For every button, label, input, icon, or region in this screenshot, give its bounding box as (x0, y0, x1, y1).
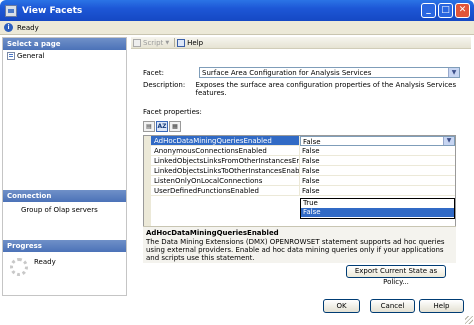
facet-select[interactable]: Surface Area Configuration for Analysis … (199, 67, 460, 78)
property-value[interactable]: False (300, 146, 455, 156)
app-icon (5, 4, 17, 17)
property-grid: AdHocDataMiningQueriesEnabled False ▼ An… (143, 135, 456, 263)
help-button[interactable]: Help (419, 299, 464, 313)
dropdown-option-false[interactable]: False (301, 208, 454, 217)
help-icon (177, 38, 186, 47)
facet-label: Facet: (143, 68, 164, 77)
property-value[interactable]: False (300, 186, 455, 196)
dropdown-option-true[interactable]: True (301, 199, 454, 208)
help-toolbar-button[interactable]: Help (177, 38, 204, 47)
row-margin (144, 186, 151, 196)
property-value[interactable]: False (300, 176, 455, 186)
chevron-down-icon[interactable]: ▼ (443, 137, 454, 145)
table-row[interactable]: LinkedObjectsLinksFromOtherInstancesEnab… (144, 156, 455, 166)
table-row[interactable]: UserDefinedFunctionsEnabled False (144, 186, 455, 196)
row-margin (144, 136, 151, 146)
export-policy-button[interactable]: Export Current State as Policy... (346, 265, 446, 286)
connection-text: Group of Olap servers (21, 206, 98, 214)
property-value-text: False (303, 138, 321, 146)
select-page-header: Select a page (3, 38, 126, 50)
right-pane: Script ▼ Help Facet: Surface Area Config… (131, 37, 471, 296)
connection-header: Connection (3, 190, 126, 202)
property-description-body: The Data Mining Extensions (DMX) OPENROW… (146, 238, 445, 262)
chevron-down-icon: ▼ (165, 39, 170, 46)
window-controls: _ □ ✕ (421, 3, 470, 18)
progress-body: Ready (3, 252, 126, 276)
property-value[interactable]: False ▼ (300, 136, 455, 146)
property-name: ListenOnlyOnLocalConnections (151, 176, 300, 186)
left-pane: Select a page General Connection Group o… (2, 37, 127, 296)
categorized-icon[interactable]: ▤ (143, 121, 155, 132)
property-value[interactable]: False (300, 166, 455, 176)
window-title: View Facets (22, 5, 83, 16)
status-bar: i Ready (0, 21, 474, 35)
progress-text: Ready (34, 258, 56, 266)
property-name: LinkedObjectsLinksToOtherInstancesEnable… (151, 166, 300, 176)
properties-toolbar: ▤ AZ ▦ (143, 121, 181, 132)
toolbar-separator (174, 38, 176, 47)
property-name: AdHocDataMiningQueriesEnabled (151, 136, 300, 146)
table-row[interactable]: LinkedObjectsLinksToOtherInstancesEnable… (144, 166, 455, 176)
table-row[interactable]: AnonymousConnectionsEnabled False (144, 146, 455, 156)
close-button[interactable]: ✕ (455, 3, 470, 18)
progress-spinner-icon (10, 258, 28, 276)
facet-selected-value: Surface Area Configuration for Analysis … (202, 68, 372, 77)
property-description-box: AdHocDataMiningQueriesEnabled The Data M… (143, 226, 456, 263)
progress-section: Progress Ready (3, 240, 126, 276)
table-row[interactable]: AdHocDataMiningQueriesEnabled False ▼ (144, 136, 455, 146)
connection-section: Connection Group of Olap servers (3, 190, 126, 242)
property-name: LinkedObjectsLinksFromOtherInstancesEnab… (151, 156, 300, 166)
facet-row: Facet: Surface Area Configuration for An… (143, 67, 460, 78)
description-row: Description: Exposes the surface area co… (143, 81, 471, 97)
alphabetical-icon[interactable]: AZ (156, 121, 168, 132)
facet-description: Exposes the surface area configuration p… (195, 81, 457, 97)
page-icon (7, 51, 15, 60)
row-margin (144, 156, 151, 166)
property-name: AnonymousConnectionsEnabled (151, 146, 300, 156)
table-row[interactable]: ListenOnlyOnLocalConnections False (144, 176, 455, 186)
page-item-label: General (17, 51, 45, 60)
script-label: Script (143, 38, 164, 47)
status-text: Ready (17, 23, 39, 32)
resize-grip-icon[interactable] (465, 316, 473, 324)
info-icon: i (4, 23, 13, 32)
toolbar: Script ▼ Help (131, 37, 471, 49)
ok-button[interactable]: OK (323, 299, 360, 313)
facet-properties-label: Facet properties: (143, 108, 202, 116)
property-name: UserDefinedFunctionsEnabled (151, 186, 300, 196)
minimize-button[interactable]: _ (421, 3, 436, 18)
page-item-general[interactable]: General (3, 50, 126, 61)
cancel-button[interactable]: Cancel (370, 299, 415, 313)
chevron-down-icon[interactable]: ▼ (448, 68, 459, 77)
property-value[interactable]: False (300, 156, 455, 166)
script-button[interactable]: Script ▼ (133, 38, 170, 47)
maximize-button[interactable]: □ (438, 3, 453, 18)
property-pages-icon[interactable]: ▦ (169, 121, 181, 132)
script-icon (133, 38, 141, 47)
title-bar: View Facets _ □ ✕ (0, 0, 474, 21)
description-label: Description: (143, 81, 186, 89)
row-margin (144, 176, 151, 186)
progress-header: Progress (3, 240, 126, 252)
property-description-title: AdHocDataMiningQueriesEnabled (146, 229, 279, 237)
row-margin (144, 166, 151, 176)
value-dropdown-list: True False (300, 198, 455, 219)
help-label: Help (187, 38, 204, 47)
row-margin (144, 146, 151, 156)
